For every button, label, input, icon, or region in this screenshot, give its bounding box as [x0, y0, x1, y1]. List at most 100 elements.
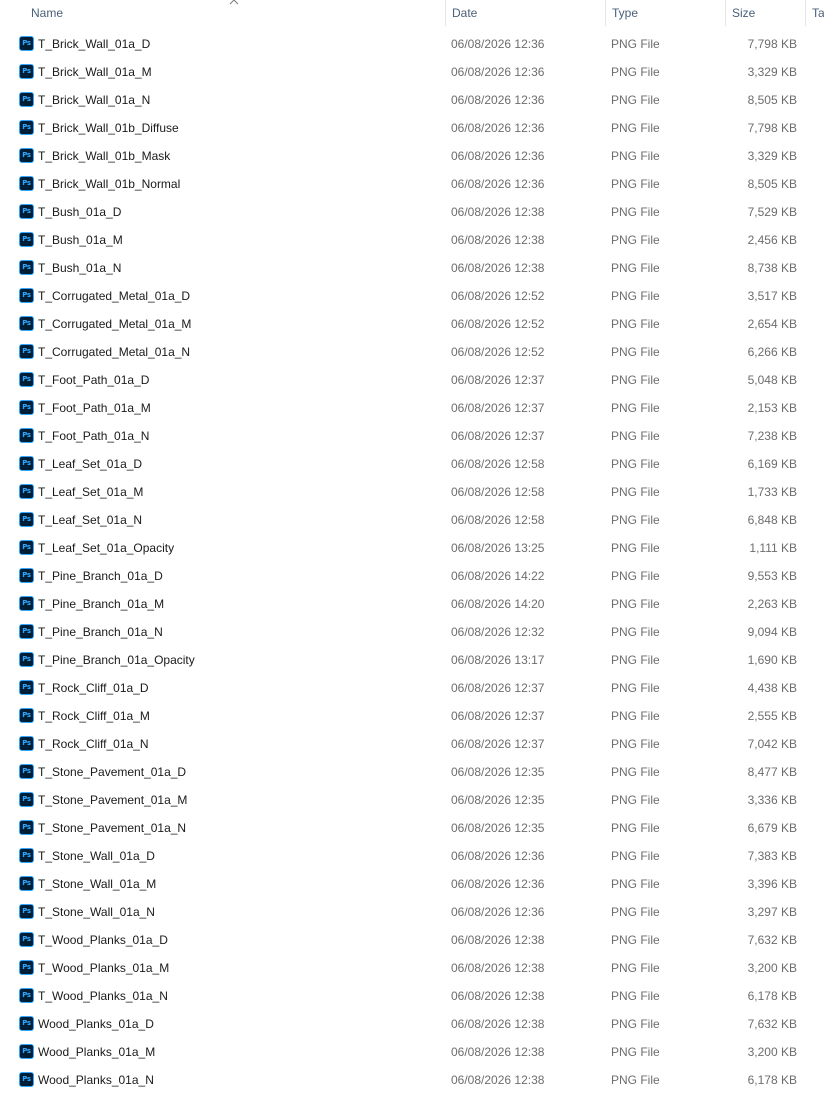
file-name: T_Stone_Wall_01a_D	[38, 849, 155, 863]
file-name: T_Leaf_Set_01a_D	[38, 457, 143, 471]
column-header-tags[interactable]: Ta	[805, 0, 824, 26]
file-type: PNG File	[611, 905, 660, 919]
file-date: 06/08/2026 12:37	[451, 373, 545, 387]
file-size: 5,048 KB	[747, 373, 797, 387]
file-type: PNG File	[611, 289, 660, 303]
file-date: 06/08/2026 12:52	[451, 317, 545, 331]
file-size: 2,456 KB	[747, 233, 797, 247]
file-name: T_Pine_Branch_01a_N	[38, 625, 163, 639]
file-row[interactable]: Ps T_Stone_Pavement_01a_N 06/08/2026 12:35…	[0, 814, 824, 842]
file-row[interactable]: Ps Wood_Planks_01a_M 06/08/2026 12:38 PNG F…	[0, 1038, 824, 1066]
file-type: PNG File	[611, 569, 660, 583]
file-type: PNG File	[611, 233, 660, 247]
file-size: 2,555 KB	[747, 709, 797, 723]
file-row[interactable]: Ps T_Brick_Wall_01a_N 06/08/2026 12:36 PNG …	[0, 86, 824, 114]
file-row[interactable]: Ps T_Foot_Path_01a_D 06/08/2026 12:37 PNG F…	[0, 366, 824, 394]
photoshop-file-icon: Ps	[19, 120, 34, 135]
file-row[interactable]: Ps T_Wood_Planks_01a_M 06/08/2026 12:38 PNG…	[0, 954, 824, 982]
file-row[interactable]: Ps T_Corrugated_Metal_01a_D 06/08/2026 12:…	[0, 282, 824, 310]
file-row[interactable]: Ps T_Leaf_Set_01a_N 06/08/2026 12:58 PNG Fi…	[0, 506, 824, 534]
file-date: 06/08/2026 12:58	[451, 457, 545, 471]
file-date: 06/08/2026 13:25	[451, 541, 545, 555]
file-row[interactable]: Ps T_Leaf_Set_01a_D 06/08/2026 12:58 PNG Fi…	[0, 450, 824, 478]
file-row[interactable]: Ps T_Leaf_Set_01a_M 06/08/2026 12:58 PNG Fi…	[0, 478, 824, 506]
photoshop-file-icon: Ps	[19, 428, 34, 443]
file-name: T_Stone_Pavement_01a_M	[38, 793, 188, 807]
file-size: 9,094 KB	[747, 625, 797, 639]
file-row[interactable]: Ps T_Bush_01a_D 06/08/2026 12:38 PNG File 7,…	[0, 198, 824, 226]
column-header-bar: Name Date Type Size Ta	[0, 0, 824, 26]
file-row[interactable]: Ps T_Bush_01a_N 06/08/2026 12:38 PNG File 8,…	[0, 254, 824, 282]
file-row[interactable]: Ps T_Brick_Wall_01a_M 06/08/2026 12:36 PNG …	[0, 58, 824, 86]
file-type: PNG File	[611, 681, 660, 695]
file-date: 06/08/2026 12:36	[451, 37, 545, 51]
file-row[interactable]: Ps T_Rock_Cliff_01a_M 06/08/2026 12:37 PNG …	[0, 702, 824, 730]
file-date: 06/08/2026 12:37	[451, 401, 545, 415]
file-size: 6,679 KB	[747, 821, 797, 835]
file-date: 06/08/2026 12:37	[451, 709, 545, 723]
file-name: T_Corrugated_Metal_01a_N	[38, 345, 191, 359]
photoshop-file-icon: Ps	[19, 540, 34, 555]
file-size: 8,738 KB	[747, 261, 797, 275]
file-name: T_Leaf_Set_01a_Opacity	[38, 541, 175, 555]
file-name: T_Rock_Cliff_01a_N	[38, 737, 149, 751]
file-row[interactable]: Ps T_Leaf_Set_01a_Opacity 06/08/2026 13:25…	[0, 534, 824, 562]
file-size: 3,396 KB	[747, 877, 797, 891]
photoshop-file-icon: Ps	[19, 708, 34, 723]
photoshop-file-icon: Ps	[19, 316, 34, 331]
file-row[interactable]: Ps T_Wood_Planks_01a_N 06/08/2026 12:38 PNG…	[0, 982, 824, 1010]
file-row[interactable]: Ps T_Brick_Wall_01b_Mask 06/08/2026 12:36 P…	[0, 142, 824, 170]
photoshop-file-icon: Ps	[19, 932, 34, 947]
file-type: PNG File	[611, 849, 660, 863]
file-type: PNG File	[611, 1017, 660, 1031]
file-row[interactable]: Ps T_Rock_Cliff_01a_D 06/08/2026 12:37 PNG …	[0, 674, 824, 702]
file-size: 2,263 KB	[747, 597, 797, 611]
file-row[interactable]: Ps T_Pine_Branch_01a_Opacity 06/08/2026 13…	[0, 646, 824, 674]
file-size: 8,505 KB	[747, 177, 797, 191]
file-date: 06/08/2026 12:35	[451, 793, 545, 807]
file-row[interactable]: Ps T_Brick_Wall_01b_Diffuse 06/08/2026 12:…	[0, 114, 824, 142]
file-row[interactable]: Ps T_Stone_Wall_01a_N 06/08/2026 12:36 PNG …	[0, 898, 824, 926]
file-row[interactable]: Ps T_Stone_Wall_01a_M 06/08/2026 12:36 PNG …	[0, 870, 824, 898]
file-row[interactable]: Ps T_Wood_Planks_01a_D 06/08/2026 12:38 PNG…	[0, 926, 824, 954]
file-row[interactable]: Ps T_Brick_Wall_01a_D 06/08/2026 12:36 PNG …	[0, 30, 824, 58]
file-name: T_Wood_Planks_01a_D	[38, 933, 168, 947]
file-row[interactable]: Ps T_Pine_Branch_01a_M 06/08/2026 14:20 PNG…	[0, 590, 824, 618]
file-date: 06/08/2026 12:58	[451, 485, 545, 499]
file-row[interactable]: Ps T_Pine_Branch_01a_D 06/08/2026 14:22 PNG…	[0, 562, 824, 590]
file-row[interactable]: Ps T_Bush_01a_M 06/08/2026 12:38 PNG File 2,…	[0, 226, 824, 254]
file-row[interactable]: Ps Wood_Planks_01a_D 06/08/2026 12:38 PNG F…	[0, 1010, 824, 1038]
photoshop-file-icon: Ps	[19, 204, 34, 219]
file-type: PNG File	[611, 541, 660, 555]
file-row[interactable]: Ps T_Corrugated_Metal_01a_M 06/08/2026 12:…	[0, 310, 824, 338]
file-type: PNG File	[611, 345, 660, 359]
file-name: T_Stone_Wall_01a_N	[38, 905, 155, 919]
file-type: PNG File	[611, 821, 660, 835]
file-type: PNG File	[611, 65, 660, 79]
file-size: 7,632 KB	[747, 933, 797, 947]
file-row[interactable]: Ps T_Stone_Pavement_01a_D 06/08/2026 12:35…	[0, 758, 824, 786]
file-row[interactable]: Ps T_Foot_Path_01a_M 06/08/2026 12:37 PNG F…	[0, 394, 824, 422]
column-header-type[interactable]: Type	[605, 0, 725, 26]
file-row[interactable]: Ps T_Foot_Path_01a_N 06/08/2026 12:37 PNG F…	[0, 422, 824, 450]
photoshop-file-icon: Ps	[19, 736, 34, 751]
file-row[interactable]: Ps T_Stone_Wall_01a_D 06/08/2026 12:36 PNG …	[0, 842, 824, 870]
file-type: PNG File	[611, 205, 660, 219]
file-type: PNG File	[611, 121, 660, 135]
column-header-size[interactable]: Size	[725, 0, 805, 26]
file-name: T_Stone_Wall_01a_M	[38, 877, 157, 891]
file-type: PNG File	[611, 625, 660, 639]
file-type: PNG File	[611, 1045, 660, 1059]
file-row[interactable]: Ps T_Rock_Cliff_01a_N 06/08/2026 12:37 PNG …	[0, 730, 824, 758]
file-row[interactable]: Ps Wood_Planks_01a_N 06/08/2026 12:38 PNG F…	[0, 1066, 824, 1094]
file-size: 6,848 KB	[747, 513, 797, 527]
file-row[interactable]: Ps T_Corrugated_Metal_01a_N 06/08/2026 12:…	[0, 338, 824, 366]
file-row[interactable]: Ps T_Stone_Pavement_01a_M 06/08/2026 12:35…	[0, 786, 824, 814]
column-header-date[interactable]: Date	[445, 0, 605, 26]
photoshop-file-icon: Ps	[19, 1016, 34, 1031]
file-size: 6,178 KB	[747, 989, 797, 1003]
file-row[interactable]: Ps T_Pine_Branch_01a_N 06/08/2026 12:32 PNG…	[0, 618, 824, 646]
photoshop-file-icon: Ps	[19, 232, 34, 247]
file-row[interactable]: Ps T_Brick_Wall_01b_Normal 06/08/2026 12:3…	[0, 170, 824, 198]
file-type: PNG File	[611, 793, 660, 807]
